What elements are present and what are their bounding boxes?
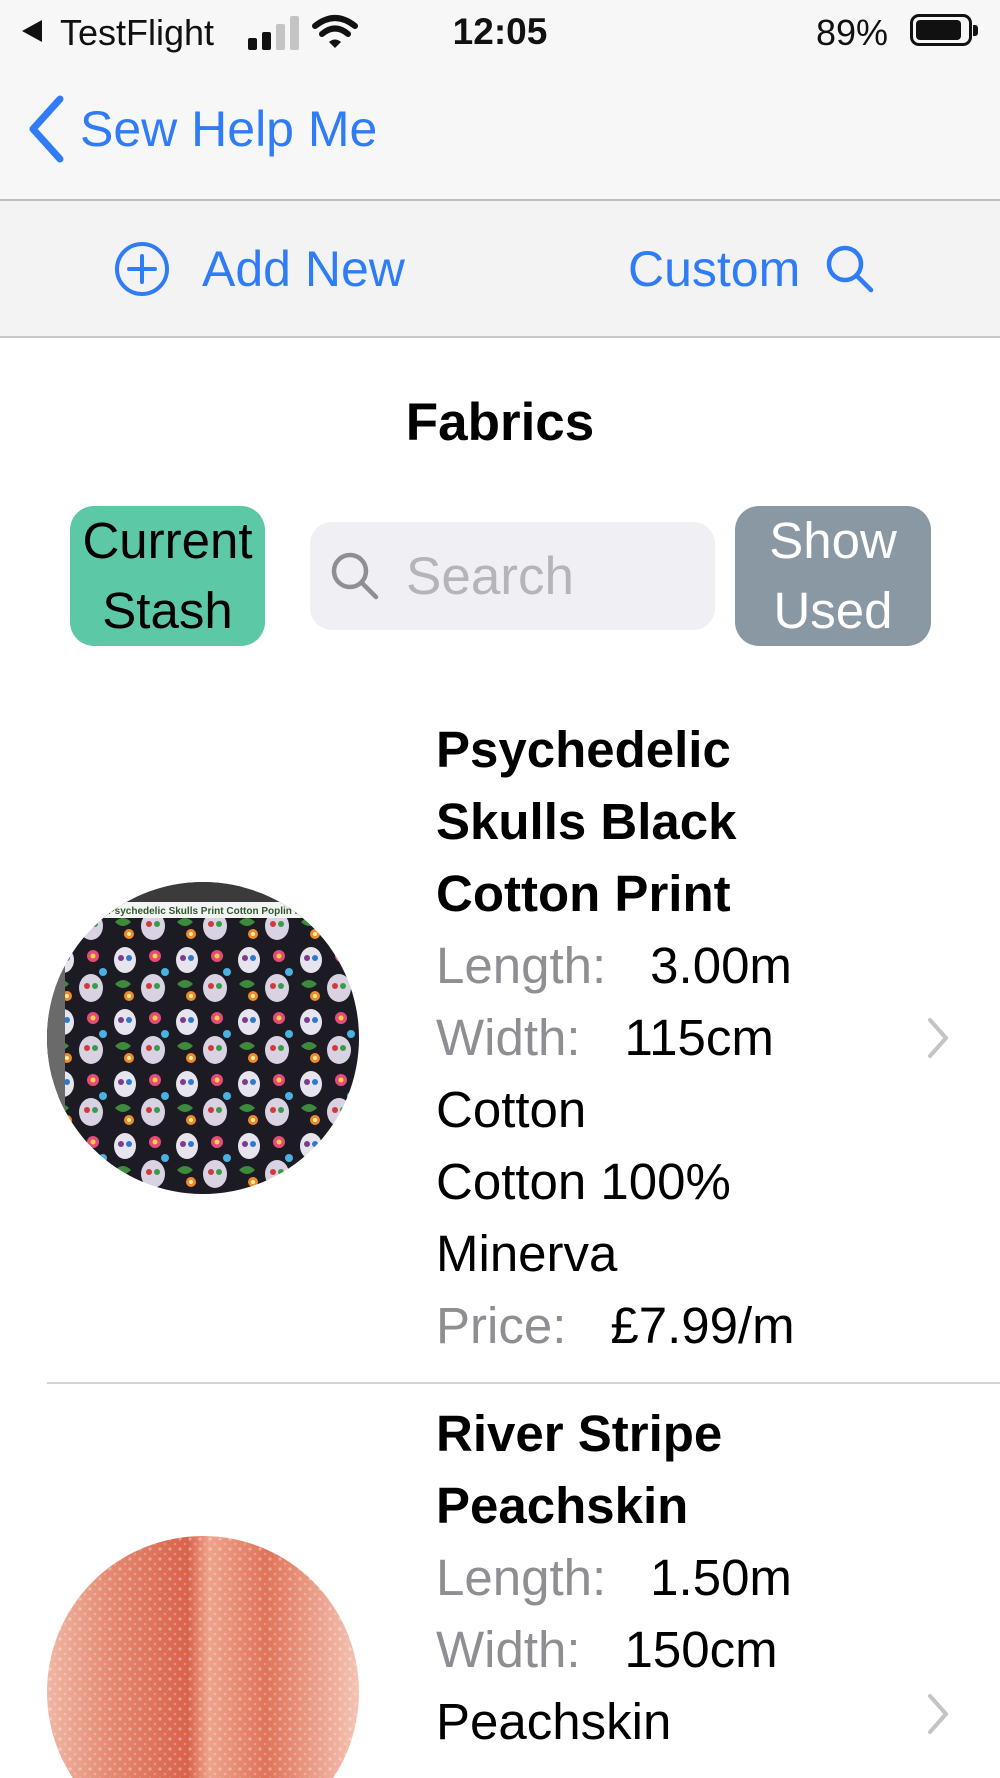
length-value: 3.00m — [650, 937, 792, 994]
width-value: 150cm — [624, 1621, 778, 1678]
status-bar: TestFlight 12:05 89% — [0, 0, 1000, 64]
custom-search-label: Custom — [628, 241, 801, 297]
magnifier-icon — [331, 552, 379, 600]
price-label: Price: — [436, 1297, 567, 1354]
fabric-supplier: Minerva — [436, 1225, 618, 1282]
fabric-width: Width: 150cm — [436, 1614, 906, 1686]
show-used-filter-button[interactable]: Show Used — [735, 506, 931, 646]
fabric-thumbnail: e Psychedelic Skulls Print Cotton Poplin… — [47, 882, 359, 1194]
battery-cap — [973, 25, 978, 36]
fabric-list-item[interactable]: e Psychedelic Skulls Print Cotton Poplin… — [0, 700, 1000, 1384]
search-input[interactable]: Search — [310, 522, 715, 630]
fabric-width: Width: 115cm — [436, 1002, 906, 1074]
show-used-label-line2: Used — [773, 582, 893, 639]
battery-level-fill — [916, 20, 961, 40]
fabric-name-line: Cotton Print — [436, 865, 731, 922]
length-value: 1.50m — [650, 1549, 792, 1606]
fabric-name-line: River Stripe — [436, 1405, 723, 1462]
plus-circle-icon — [115, 242, 169, 296]
thumbnail-caption: e Psychedelic Skulls Print Cotton Poplin… — [100, 906, 307, 917]
current-stash-label-line1: Current — [82, 512, 253, 569]
width-label: Width: — [436, 1009, 581, 1066]
page-title: Fabrics — [405, 393, 595, 452]
battery-icon — [910, 14, 978, 46]
toolbar: Add New Custom — [0, 201, 1000, 338]
add-new-button[interactable]: Add New — [114, 231, 405, 307]
fabric-thumbnail — [47, 1536, 359, 1778]
fabric-name-line: Peachskin — [436, 1477, 689, 1534]
fabric-name-line: Psychedelic — [436, 721, 731, 778]
length-label: Length: — [436, 937, 607, 994]
search-placeholder: Search — [406, 546, 574, 606]
current-stash-filter-button[interactable]: Current Stash — [70, 506, 265, 646]
price-value: £7.99/m — [610, 1297, 795, 1354]
back-button[interactable]: Sew Help Me — [26, 94, 377, 164]
fabric-name-line: Skulls Black — [436, 793, 737, 850]
fabric-length: Length: 1.50m — [436, 1542, 906, 1614]
chevron-right-icon — [926, 1016, 950, 1060]
show-used-label-line1: Show — [769, 512, 897, 569]
current-stash-label-line2: Stash — [102, 582, 233, 639]
fabric-composition: Cotton 100% — [436, 1153, 731, 1210]
fabric-details: River Stripe Peachskin Length: 1.50m Widt… — [436, 1398, 906, 1758]
battery-percent: 89% — [815, 12, 888, 53]
width-label: Width: — [436, 1621, 581, 1678]
fabric-type: Peachskin — [436, 1693, 672, 1750]
length-label: Length: — [436, 1549, 607, 1606]
fabric-price: Price: £7.99/m — [436, 1290, 906, 1362]
search-icon — [827, 245, 874, 293]
width-value: 115cm — [624, 1009, 774, 1066]
peachskin-fabric-image — [47, 1536, 359, 1778]
fabric-list-item[interactable]: River Stripe Peachskin Length: 1.50m Widt… — [0, 1384, 1000, 1778]
back-button-label: Sew Help Me — [80, 101, 378, 157]
skull-print-fabric-image: e Psychedelic Skulls Print Cotton Poplin… — [47, 882, 359, 1194]
fabric-length: Length: 3.00m — [436, 930, 906, 1002]
custom-search-button[interactable]: Custom — [628, 231, 876, 307]
chevron-left-icon — [29, 95, 64, 163]
navigation-bar: Sew Help Me — [0, 64, 1000, 201]
add-new-label: Add New — [202, 241, 405, 297]
app-screen: TestFlight 12:05 89% Sew Help Me Add New… — [0, 0, 1000, 1778]
chevron-right-icon — [926, 1692, 950, 1736]
fabric-details: Psychedelic Skulls Black Cotton Print Le… — [436, 714, 906, 1362]
fabric-type: Cotton — [436, 1081, 587, 1138]
